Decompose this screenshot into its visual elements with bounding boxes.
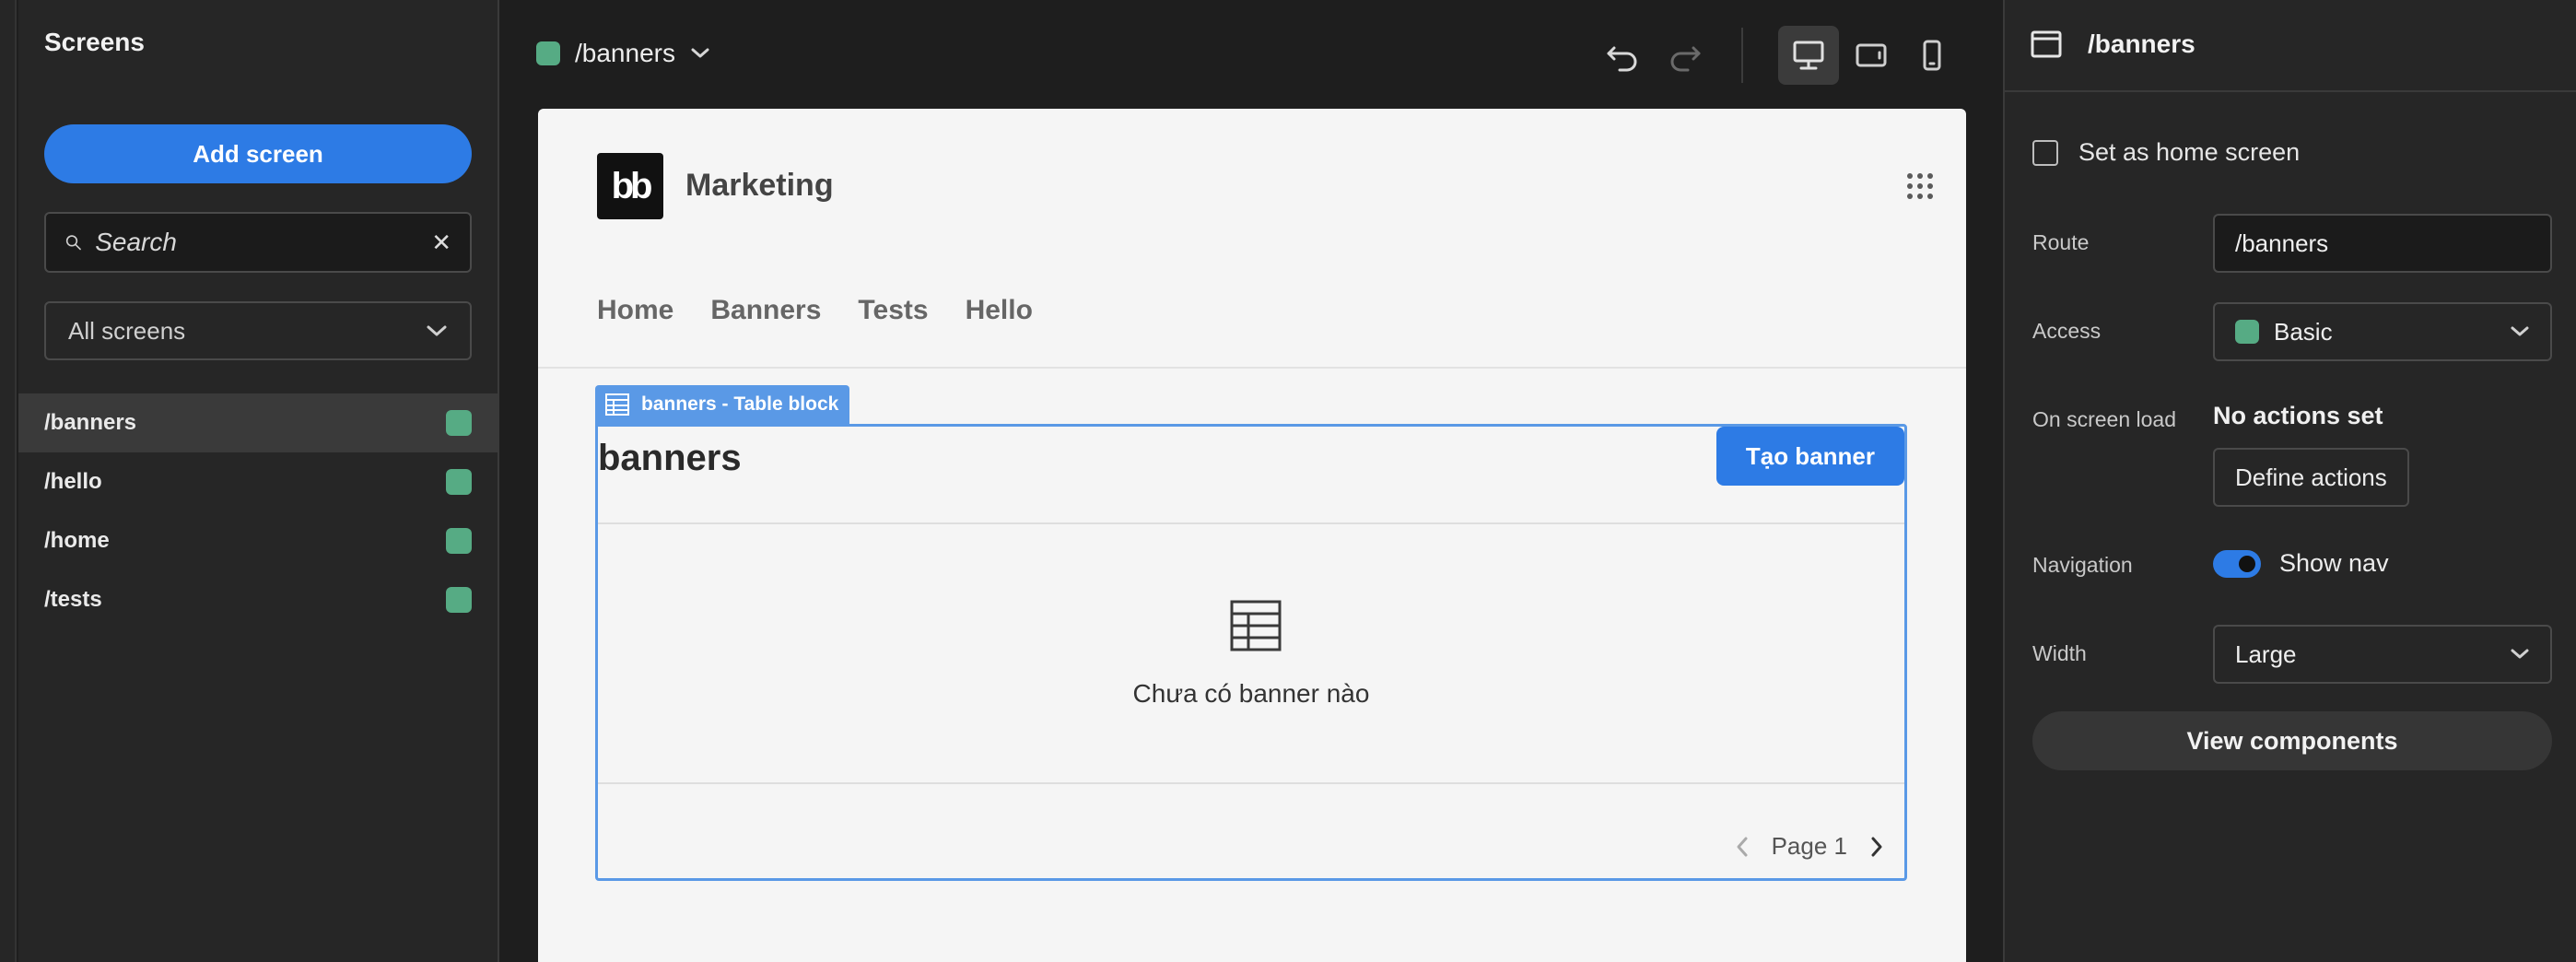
desktop-device-button[interactable] <box>1778 26 1839 85</box>
block-tag-label: banners - Table block <box>641 393 839 415</box>
pagination: Page 1 <box>1735 832 1884 861</box>
chevron-right-icon[interactable] <box>1869 835 1884 859</box>
route-input[interactable]: /banners <box>2213 214 2552 273</box>
route-selector[interactable]: /banners <box>536 39 710 68</box>
home-screen-label: Set as home screen <box>2078 138 2301 166</box>
editor-center: /banners bb Marketing Home Banners Tests… <box>501 0 2003 962</box>
view-components-button[interactable]: View components <box>2032 711 2552 770</box>
panel-divider <box>2005 90 2576 92</box>
app-grid-icon[interactable] <box>1905 171 1935 201</box>
access-select[interactable]: Basic <box>2213 302 2552 361</box>
screens-panel: Screens Add screen ✕ All screens /banner… <box>18 0 499 962</box>
tablet-icon <box>1856 43 1887 67</box>
mobile-icon <box>1923 40 1941 71</box>
block-tag[interactable]: banners - Table block <box>595 385 850 424</box>
screen-item-home[interactable]: /home <box>18 511 498 570</box>
add-screen-button[interactable]: Add screen <box>44 124 472 183</box>
chevron-down-icon <box>691 48 709 58</box>
role-dot <box>446 528 472 554</box>
table-title: banners <box>598 438 742 478</box>
role-dot <box>446 410 472 436</box>
undo-icon[interactable] <box>1603 35 1644 76</box>
filter-value: All screens <box>68 316 186 345</box>
nav-link-tests[interactable]: Tests <box>858 295 928 326</box>
home-screen-row[interactable]: Set as home screen <box>2032 138 2300 167</box>
screen-list: /banners /hello /home /tests <box>18 393 498 629</box>
app-logo: bb <box>597 153 663 219</box>
page-label: Page 1 <box>1771 832 1847 860</box>
width-label: Width <box>2032 641 2087 665</box>
nav-link-home[interactable]: Home <box>597 295 673 326</box>
role-dot <box>446 587 472 613</box>
editor-toolbar: /banners <box>501 0 2003 109</box>
role-dot <box>446 469 472 495</box>
screen-item-banners[interactable]: /banners <box>18 393 498 452</box>
role-dot <box>2235 320 2259 344</box>
desktop-icon <box>1793 41 1824 70</box>
nav-link-banners[interactable]: Banners <box>710 295 821 326</box>
onload-value: No actions set <box>2213 402 2383 429</box>
home-screen-checkbox[interactable] <box>2032 139 2058 166</box>
define-actions-button[interactable]: Define actions <box>2213 448 2409 507</box>
screen-settings-panel: /banners Set as home screen Route /banne… <box>2003 0 2576 962</box>
access-value: Basic <box>2274 317 2333 346</box>
show-nav-toggle[interactable] <box>2213 549 2261 578</box>
chevron-down-icon <box>2511 326 2529 336</box>
chevron-down-icon <box>2511 649 2529 659</box>
search-field[interactable]: ✕ <box>44 212 472 273</box>
screen-route: /banners <box>44 410 137 435</box>
current-route: /banners <box>575 39 675 67</box>
table-icon <box>1230 600 1282 651</box>
screen-route: /hello <box>44 469 102 494</box>
clear-icon[interactable]: ✕ <box>431 229 451 257</box>
access-label: Access <box>2032 319 2102 343</box>
nav-link-hello[interactable]: Hello <box>966 295 1033 326</box>
redo-icon[interactable] <box>1664 35 1704 76</box>
empty-state-text: Chưa có banner nào <box>1132 679 1370 708</box>
table-block[interactable]: banners Tạo banner Chưa có banner nào Pa… <box>595 424 1907 881</box>
panel-header-route: /banners <box>2088 29 2195 58</box>
toolbar-divider <box>1741 28 1743 83</box>
preview-canvas: bb Marketing Home Banners Tests Hello ba… <box>538 109 1966 962</box>
app-window: Screens Add screen ✕ All screens /banner… <box>0 0 2576 962</box>
route-label: Route <box>2032 230 2090 254</box>
screen-route: /tests <box>44 587 102 612</box>
screen-item-hello[interactable]: /hello <box>18 452 498 511</box>
show-nav-row[interactable]: Show nav <box>2213 549 2389 578</box>
table-icon <box>605 393 629 416</box>
left-strip <box>0 0 17 962</box>
width-value: Large <box>2235 639 2297 668</box>
app-name: Marketing <box>685 168 834 203</box>
route-value: /banners <box>2235 229 2329 257</box>
screen-route: /home <box>44 528 110 553</box>
tablet-device-button[interactable] <box>1841 26 1902 85</box>
chevron-down-icon <box>427 325 447 336</box>
search-icon <box>65 235 81 251</box>
nav-divider <box>538 367 1966 369</box>
create-banner-button[interactable]: Tạo banner <box>1715 427 1904 486</box>
onload-label: On screen load <box>2032 407 2176 431</box>
preview-nav: Home Banners Tests Hello <box>597 295 1033 326</box>
width-select[interactable]: Large <box>2213 625 2552 684</box>
screen-filter-select[interactable]: All screens <box>44 301 472 360</box>
panel-title: Screens <box>44 28 145 56</box>
panel-header: /banners <box>2031 29 2195 59</box>
role-dot <box>536 41 560 65</box>
navigation-label: Navigation <box>2032 553 2133 577</box>
chevron-left-icon[interactable] <box>1735 835 1750 859</box>
table-divider <box>598 522 1904 524</box>
screen-icon <box>2031 30 2062 58</box>
search-input[interactable] <box>95 228 432 257</box>
show-nav-label: Show nav <box>2279 549 2389 577</box>
mobile-device-button[interactable] <box>1902 26 1962 85</box>
screen-item-tests[interactable]: /tests <box>18 570 498 629</box>
table-divider <box>598 782 1904 784</box>
